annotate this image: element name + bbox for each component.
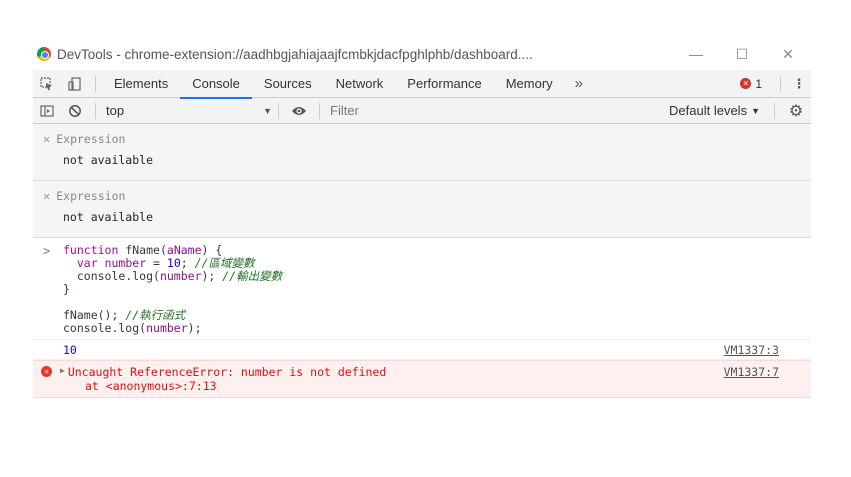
- show-sidebar-icon[interactable]: [33, 97, 61, 125]
- log-value: 10: [63, 342, 77, 357]
- error-count-badge[interactable]: ✕ 1: [740, 77, 774, 91]
- close-icon[interactable]: ✕: [43, 189, 50, 203]
- source-link[interactable]: VM1337:3: [724, 343, 779, 357]
- error-stack-trace: at <anonymous>:7:13: [85, 379, 217, 393]
- console-toolbar: top ▼ Default levels ▼ ⚙: [33, 98, 811, 124]
- prompt-chevron-icon: >: [43, 244, 51, 258]
- inspect-element-icon[interactable]: [33, 70, 61, 98]
- expression-label[interactable]: Expression: [56, 189, 125, 203]
- error-icon: ✕: [740, 78, 752, 89]
- error-message: Uncaught ReferenceError: number is not d…: [67, 365, 387, 379]
- tab-elements[interactable]: Elements: [102, 70, 180, 98]
- filter-input[interactable]: [326, 100, 516, 121]
- window-title: DevTools - chrome-extension://aadhbgjahi…: [57, 46, 533, 62]
- context-value: top: [106, 103, 125, 118]
- console-log-message: 10 VM1337:3: [33, 340, 811, 360]
- device-toolbar-icon[interactable]: [61, 70, 89, 98]
- live-expression: ✕ Expression not available: [33, 124, 811, 181]
- expand-triangle-icon[interactable]: ▶: [60, 366, 65, 379]
- dropdown-arrow-icon: ▼: [751, 105, 760, 116]
- context-select[interactable]: top ▼: [102, 103, 272, 118]
- log-levels-select[interactable]: Default levels ▼: [669, 103, 760, 118]
- gear-icon[interactable]: ⚙: [781, 101, 811, 121]
- maximize-button[interactable]: ☐: [719, 38, 765, 70]
- error-icon: ✕: [41, 366, 52, 377]
- log-levels-label: Default levels: [669, 103, 748, 118]
- chrome-icon: [37, 47, 51, 61]
- divider: [774, 102, 775, 119]
- error-count: 1: [755, 76, 762, 91]
- code-block: function fName(aName) { var number = 10;…: [63, 243, 283, 335]
- devtools-tabbar: Elements Console Sources Network Perform…: [33, 70, 811, 99]
- divider: [780, 75, 781, 92]
- dropdown-arrow-icon: ▼: [263, 105, 272, 116]
- title-bar[interactable]: DevTools - chrome-extension://aadhbgjahi…: [33, 38, 811, 70]
- tab-performance[interactable]: Performance: [395, 70, 493, 98]
- source-link[interactable]: VM1337:7: [724, 365, 779, 379]
- divider: [278, 102, 279, 119]
- divider: [95, 75, 96, 92]
- divider: [319, 102, 320, 119]
- more-tabs-button[interactable]: »: [565, 75, 593, 92]
- error-stack-row: at <anonymous>:7:13: [33, 379, 811, 398]
- console-input-entry: > function fName(aName) { var number = 1…: [33, 238, 811, 340]
- minimize-button[interactable]: —: [673, 38, 719, 70]
- tab-console[interactable]: Console: [180, 70, 252, 99]
- close-button[interactable]: ✕: [765, 38, 811, 70]
- customize-menu-icon[interactable]: ⋮: [787, 76, 811, 92]
- close-icon[interactable]: ✕: [43, 132, 50, 146]
- clear-console-icon[interactable]: [61, 97, 89, 125]
- live-expression-eye-icon[interactable]: [285, 97, 313, 125]
- expression-value: not available: [63, 210, 154, 224]
- tab-sources[interactable]: Sources: [252, 70, 324, 98]
- window-controls: — ☐ ✕: [673, 38, 811, 70]
- devtools-window: DevTools - chrome-extension://aadhbgjahi…: [33, 38, 811, 456]
- expression-value: not available: [63, 153, 154, 167]
- live-expression: ✕ Expression not available: [33, 181, 811, 238]
- expression-label[interactable]: Expression: [56, 132, 125, 146]
- tab-network[interactable]: Network: [324, 70, 396, 98]
- tab-memory[interactable]: Memory: [494, 70, 565, 98]
- divider: [95, 102, 96, 119]
